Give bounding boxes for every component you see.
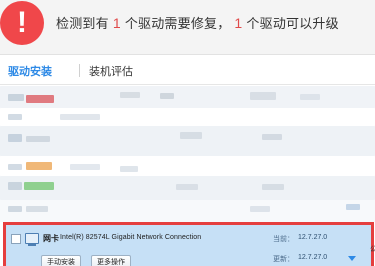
- tab-driver-install[interactable]: 驱动安装: [8, 63, 52, 79]
- current-version-label: 当前：: [273, 235, 294, 243]
- network-driver-row[interactable]: 网卡 Intel(R) 82574L Gigabit Network Conne…: [3, 222, 375, 266]
- update-version: 12.7.27.0: [298, 254, 328, 261]
- network-card-icon: [25, 233, 39, 246]
- blurred-row: [0, 126, 375, 156]
- tab-bar: 驱动安装 装机评估: [0, 55, 375, 85]
- exclamation-icon: !: [0, 1, 44, 45]
- edge-text: 公: [370, 246, 375, 253]
- summary-text-2: 个驱动需要修复，: [124, 17, 231, 32]
- scan-summary: 检测到有 1 个驱动需要修复， 1 个驱动可以升级: [56, 13, 339, 32]
- more-actions-button[interactable]: 更多操作: [91, 255, 131, 266]
- update-version-label: 更新：: [273, 255, 294, 263]
- tab-machine-evaluation[interactable]: 装机评估: [89, 63, 133, 79]
- blurred-row: [0, 200, 375, 222]
- summary-text-3: 个驱动可以升级: [246, 17, 339, 32]
- blurred-row: [0, 156, 375, 176]
- chevron-down-icon[interactable]: [348, 256, 356, 261]
- tab-divider: [79, 64, 80, 77]
- device-name: Intel(R) 82574L Gigabit Network Connecti…: [60, 234, 202, 241]
- repair-count: 1: [112, 15, 121, 31]
- alert-banner: ! 检测到有 1 个驱动需要修复， 1 个驱动可以升级: [0, 0, 375, 55]
- summary-text-1: 检测到有: [56, 17, 109, 32]
- current-version: 12.7.27.0: [298, 234, 328, 241]
- device-category: 网卡: [43, 234, 59, 243]
- manual-install-button[interactable]: 手动安装: [41, 255, 81, 266]
- driver-checkbox[interactable]: [11, 234, 21, 244]
- blurred-row: [0, 108, 375, 126]
- upgrade-count: 1: [234, 15, 243, 31]
- blurred-driver-list: [0, 86, 375, 222]
